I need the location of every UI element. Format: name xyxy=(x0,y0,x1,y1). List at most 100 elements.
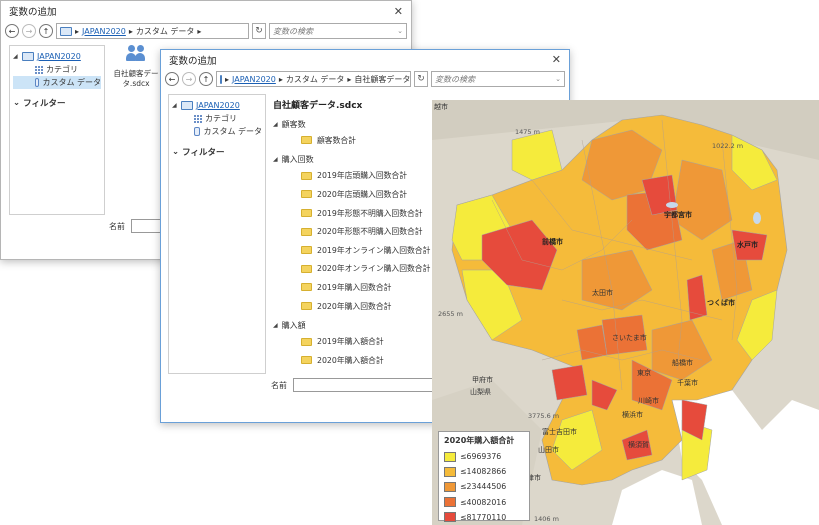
variable-item[interactable]: 2020年購入回数合計 xyxy=(301,297,436,316)
refresh-icon[interactable]: ↻ xyxy=(252,23,266,39)
map-place-label: 横浜市 xyxy=(622,411,643,419)
legend-swatch xyxy=(444,497,456,508)
tree-item-japan2020[interactable]: ◢ JAPAN2020 xyxy=(172,99,262,112)
filter-toggle[interactable]: ⌄ フィルター xyxy=(13,97,101,109)
map-place-label: 越市 xyxy=(434,103,448,111)
up-arrow-icon[interactable]: ↑ xyxy=(199,72,213,86)
map-place-label: 宇都宮市 xyxy=(664,211,692,219)
folder-icon xyxy=(301,136,312,145)
back-arrow-icon[interactable]: ← xyxy=(165,72,179,86)
tree-pane: ◢ JAPAN2020 カテゴリ カスタム データ ⌄ フィルター xyxy=(168,94,266,374)
folder-icon xyxy=(301,171,312,180)
forward-arrow-icon[interactable]: → xyxy=(182,72,196,86)
breadcrumb-item[interactable]: カスタム データ xyxy=(286,74,345,85)
map-place-label: 山梨県 xyxy=(470,388,491,396)
map-place-label: 東京 xyxy=(637,369,651,377)
folder-icon xyxy=(301,209,312,218)
path-breadcrumb[interactable]: ▸ JAPAN2020 ▸ カスタム データ ▸ xyxy=(56,23,249,39)
map-place-label: 船橋市 xyxy=(672,359,693,367)
legend-item: ≤14082866 xyxy=(444,464,524,479)
variable-item[interactable]: 2020年形態不明購入回数合計 xyxy=(301,222,436,241)
dialog-title: 変数の追加 xyxy=(9,7,57,18)
group-customers[interactable]: ◢ 顧客数 xyxy=(273,117,436,131)
legend-title: 2020年購入額合計 xyxy=(444,436,515,445)
elevation-label: 1406 m xyxy=(534,515,559,523)
variable-item[interactable]: 2019年店頭購入回数合計 xyxy=(301,167,436,186)
filter-toggle[interactable]: ⌄ フィルター xyxy=(172,146,262,158)
elevation-label: 1475 m xyxy=(515,128,540,136)
up-arrow-icon[interactable]: ↑ xyxy=(39,24,53,38)
variable-item[interactable]: 2020年購入額合計 xyxy=(301,351,436,370)
name-input[interactable] xyxy=(293,378,443,392)
tree-item-custom-data[interactable]: カスタム データ xyxy=(13,76,101,89)
breadcrumb-item[interactable]: JAPAN2020 xyxy=(232,75,276,84)
breadcrumb-item[interactable]: 自社顧客データ.sdcx xyxy=(354,74,410,85)
collapse-triangle-icon[interactable]: ◢ xyxy=(273,121,278,128)
back-arrow-icon[interactable]: ← xyxy=(5,24,19,38)
file-tile[interactable]: 自社顧客データ.sdcx xyxy=(111,45,161,89)
dialog-titlebar: 変数の追加 ✕ xyxy=(161,50,569,69)
map-place-label: 千葉市 xyxy=(677,379,698,387)
map-place-label: さいたま市 xyxy=(612,334,647,342)
customer-data-icon xyxy=(125,45,147,65)
map-place-label: つくば市 xyxy=(707,299,735,307)
refresh-icon[interactable]: ↻ xyxy=(414,71,428,87)
search-icon[interactable]: ⌄ xyxy=(555,75,561,83)
dialog-title: 変数の追加 xyxy=(169,55,217,67)
breadcrumb-item[interactable]: JAPAN2020 xyxy=(82,27,126,36)
variable-list-pane: 自社顧客データ.sdcx ◢ 顧客数 顧客数合計 ◢ 購入回数 2019年店頭購… xyxy=(271,94,436,374)
close-icon[interactable]: ✕ xyxy=(394,5,403,18)
folder-icon xyxy=(301,302,312,311)
folder-icon xyxy=(301,356,312,365)
section-title: 自社顧客データ.sdcx xyxy=(273,101,363,111)
map-place-label: 前橋市 xyxy=(542,238,563,246)
variable-item[interactable]: 2019年オンライン購入回数合計 xyxy=(301,241,436,260)
variable-item[interactable]: 顧客数合計 xyxy=(301,131,436,150)
elevation-label: 3775.6 m xyxy=(528,412,560,420)
collapse-triangle-icon[interactable]: ◢ xyxy=(13,53,19,60)
map-place-label: 川崎市 xyxy=(638,397,659,405)
tree-item-custom-data[interactable]: カスタム データ xyxy=(172,125,262,138)
collapse-triangle-icon[interactable]: ◢ xyxy=(172,102,178,109)
variable-item[interactable]: 2020年店頭購入回数合計 xyxy=(301,185,436,204)
folder-icon xyxy=(181,101,193,110)
folder-icon xyxy=(301,264,312,273)
group-purchase-count[interactable]: ◢ 購入回数 xyxy=(273,153,436,167)
map-place-label: 横須賀 xyxy=(628,441,649,449)
elevation-label: 1022.2 m xyxy=(712,142,744,150)
map-place-label: 太田市 xyxy=(592,289,613,297)
name-row: 名前 xyxy=(271,378,443,392)
legend-swatch xyxy=(444,451,456,462)
path-breadcrumb[interactable]: ▸ JAPAN2020 ▸ カスタム データ ▸ 自社顧客データ.sdcx ▸ xyxy=(216,71,411,87)
search-input[interactable]: 変数の検索 ⌄ xyxy=(269,23,407,39)
grid-icon xyxy=(35,65,43,74)
breadcrumb-item[interactable]: カスタム データ xyxy=(136,26,195,37)
variable-item[interactable]: 2020年オンライン購入回数合計 xyxy=(301,260,436,279)
forward-arrow-icon[interactable]: → xyxy=(22,24,36,38)
map-place-label: 富士吉田市 xyxy=(542,428,577,436)
collapse-triangle-icon[interactable]: ◢ xyxy=(273,156,278,163)
legend-item: ≤40082016 xyxy=(444,495,524,510)
custom-data-icon xyxy=(194,127,201,136)
variable-item[interactable]: 2019年購入額合計 xyxy=(301,332,436,351)
map-place-label: 甲府市 xyxy=(472,376,493,384)
grid-icon xyxy=(194,114,202,123)
close-icon[interactable]: ✕ xyxy=(552,53,561,66)
tree-item-category[interactable]: カテゴリ xyxy=(13,63,101,76)
tree-item-japan2020[interactable]: ◢ JAPAN2020 xyxy=(13,50,101,63)
folder-icon xyxy=(22,52,34,61)
variable-item[interactable]: 2019年購入回数合計 xyxy=(301,278,436,297)
map-legend: 2020年購入額合計 ≤6969376 ≤14082866 ≤23444506 … xyxy=(438,431,530,523)
tree-pane: ◢ JAPAN2020 カテゴリ カスタム データ ⌄ フィルター xyxy=(9,45,105,215)
folder-icon xyxy=(301,337,312,346)
custom-data-icon xyxy=(35,78,40,87)
navigation-bar: ← → ↑ ▸ JAPAN2020 ▸ カスタム データ ▸ ↻ 変数の検索 ⌄ xyxy=(1,21,411,41)
chevron-down-icon: ⌄ xyxy=(13,98,21,108)
tree-item-category[interactable]: カテゴリ xyxy=(172,112,262,125)
collapse-triangle-icon[interactable]: ◢ xyxy=(273,322,278,329)
group-purchase-amount[interactable]: ◢ 購入額 xyxy=(273,318,436,332)
search-input[interactable]: 変数の検索 ⌄ xyxy=(431,71,565,87)
variable-item[interactable]: 2019年形態不明購入回数合計 xyxy=(301,204,436,223)
search-icon[interactable]: ⌄ xyxy=(397,27,403,35)
map-place-label: 山田市 xyxy=(538,446,559,454)
